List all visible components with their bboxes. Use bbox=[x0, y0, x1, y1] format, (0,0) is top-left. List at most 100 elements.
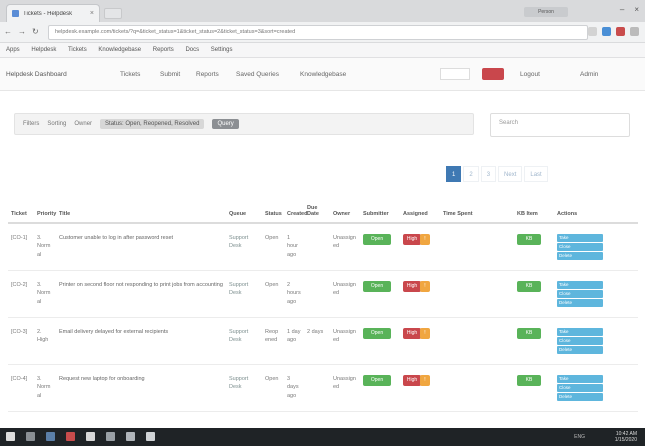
nav-item-saved-queries[interactable]: Saved Queries bbox=[236, 71, 279, 78]
column-header[interactable]: Actions bbox=[554, 203, 638, 224]
action-button-take[interactable]: Take bbox=[557, 234, 603, 242]
ticket-id[interactable]: [CO-4] bbox=[8, 364, 34, 412]
pagination: 1 2 3 Next Last bbox=[446, 166, 548, 182]
table-row[interactable]: [CO-2] 3. Normal Printer on second floor n… bbox=[8, 270, 638, 318]
ticket-title[interactable]: Request new laptop for onboarding bbox=[56, 364, 226, 412]
app-icon[interactable] bbox=[146, 432, 155, 441]
action-button-take[interactable]: Take bbox=[557, 328, 603, 336]
column-header[interactable]: Priority bbox=[34, 203, 56, 224]
minimize-icon[interactable]: – bbox=[620, 5, 624, 14]
start-icon[interactable] bbox=[6, 432, 15, 441]
address-bar: ← → ↻ helpdesk.example.com/tickets/?q=&t… bbox=[0, 22, 645, 43]
bookmark-item[interactable]: Docs bbox=[185, 47, 199, 53]
kb-badge[interactable]: KB bbox=[517, 281, 541, 292]
query-filter-chip[interactable]: Query bbox=[212, 119, 239, 129]
admin-link[interactable]: Admin bbox=[580, 71, 598, 78]
nav-item-submit[interactable]: Submit bbox=[160, 71, 180, 78]
browser-icon[interactable] bbox=[66, 432, 75, 441]
ticket-id[interactable]: [CO-2] bbox=[8, 270, 34, 318]
bookmark-item[interactable]: Knowledgebase bbox=[98, 47, 141, 53]
nav-item-tickets[interactable]: Tickets bbox=[120, 71, 140, 78]
column-header[interactable]: Ticket bbox=[8, 203, 34, 224]
profile-chip[interactable]: Person bbox=[524, 7, 568, 17]
kb-cell: KB bbox=[514, 223, 554, 271]
ticket-title[interactable]: Printer on second floor not responding t… bbox=[56, 270, 226, 318]
kb-badge[interactable]: KB bbox=[517, 328, 541, 339]
column-header[interactable]: Due Date bbox=[304, 203, 330, 224]
last-page-button[interactable]: Last bbox=[524, 166, 548, 182]
ticket-title[interactable]: Email delivery delayed for external reci… bbox=[56, 317, 226, 365]
reload-icon[interactable]: ↻ bbox=[32, 27, 39, 36]
column-header[interactable]: Owner bbox=[330, 203, 360, 224]
page-button[interactable]: 2 bbox=[463, 166, 479, 182]
column-header[interactable]: Created bbox=[284, 203, 307, 224]
bookmark-item[interactable]: Settings bbox=[211, 47, 233, 53]
table-row[interactable]: [CO-4] 3. Normal Request new laptop for on… bbox=[8, 364, 638, 412]
action-button-close[interactable]: Close bbox=[557, 337, 603, 345]
menu-icon[interactable] bbox=[630, 27, 639, 36]
action-button-delete[interactable]: Delete bbox=[557, 346, 603, 354]
column-header[interactable]: Submitter bbox=[360, 203, 400, 224]
action-button-close[interactable]: Close bbox=[557, 243, 603, 251]
new-tab-button[interactable] bbox=[104, 8, 122, 19]
bookmark-item[interactable]: Helpdesk bbox=[31, 47, 56, 53]
time-cell bbox=[440, 364, 514, 412]
ticket-title[interactable]: Customer unable to log in after password… bbox=[56, 223, 226, 271]
logout-link[interactable]: Logout bbox=[520, 71, 540, 78]
kb-badge[interactable]: KB bbox=[517, 234, 541, 245]
sort-label[interactable]: Sorting bbox=[47, 121, 66, 127]
explorer-icon[interactable] bbox=[86, 432, 95, 441]
extension-icon[interactable] bbox=[616, 27, 625, 36]
url-input[interactable]: helpdesk.example.com/tickets/?q=&ticket_… bbox=[48, 25, 588, 40]
browser-tab[interactable]: Tickets - Helpdesk × bbox=[6, 4, 100, 22]
action-button-take[interactable]: Take bbox=[557, 281, 603, 289]
page-button[interactable]: 1 bbox=[446, 166, 462, 182]
back-icon[interactable]: ← bbox=[4, 27, 12, 36]
app-icon[interactable] bbox=[106, 432, 115, 441]
ticket-id[interactable]: [CO-3] bbox=[8, 317, 34, 365]
star-icon[interactable] bbox=[588, 27, 597, 36]
bookmark-item[interactable]: Reports bbox=[153, 47, 174, 53]
bookmark-item[interactable]: Tickets bbox=[68, 47, 87, 53]
filter-label[interactable]: Filters bbox=[23, 121, 39, 127]
owner-label[interactable]: Owner bbox=[74, 121, 92, 127]
column-header[interactable]: Status bbox=[262, 203, 284, 224]
app-icon[interactable] bbox=[126, 432, 135, 441]
close-icon[interactable]: × bbox=[90, 10, 94, 17]
action-button-close[interactable]: Close bbox=[557, 384, 603, 392]
search-icon[interactable] bbox=[26, 432, 35, 441]
nav-item-knowledgebase[interactable]: Knowledgebase bbox=[300, 71, 346, 78]
column-header[interactable]: Title bbox=[56, 203, 226, 224]
page-button[interactable]: 3 bbox=[480, 166, 497, 182]
column-header[interactable]: KB Item bbox=[514, 203, 554, 224]
table-row[interactable]: [CO-3] 2. High Email delivery delayed for … bbox=[8, 317, 638, 365]
bookmark-item[interactable]: Apps bbox=[6, 47, 20, 53]
system-tray[interactable]: ENG bbox=[574, 434, 585, 440]
nav-item-reports[interactable]: Reports bbox=[196, 71, 219, 78]
kb-cell: KB bbox=[514, 270, 554, 318]
column-header[interactable]: Assigned bbox=[400, 203, 440, 224]
action-button-delete[interactable]: Delete bbox=[557, 299, 603, 307]
action-button-delete[interactable]: Delete bbox=[557, 393, 603, 401]
column-header[interactable]: Queue bbox=[226, 203, 262, 224]
table-row[interactable]: [CO-1] 3. Normal Customer unable to log in… bbox=[8, 223, 638, 271]
status-filter-chip[interactable]: Status: Open, Reopened, Resolved bbox=[100, 119, 205, 129]
forward-icon[interactable]: → bbox=[18, 27, 26, 36]
action-button-close[interactable]: Close bbox=[557, 290, 603, 298]
next-page-button[interactable]: Next bbox=[498, 166, 523, 182]
brand-link[interactable]: Helpdesk Dashboard bbox=[6, 71, 67, 78]
ticket-id[interactable]: [CO-1] bbox=[8, 223, 34, 271]
task-view-icon[interactable] bbox=[46, 432, 55, 441]
column-header[interactable]: Time Spent bbox=[440, 203, 514, 224]
nav-alert-button[interactable] bbox=[482, 68, 504, 80]
action-button-take[interactable]: Take bbox=[557, 375, 603, 383]
action-button-delete[interactable]: Delete bbox=[557, 252, 603, 260]
kb-badge[interactable]: KB bbox=[517, 375, 541, 386]
nav-search-input[interactable] bbox=[440, 68, 470, 80]
search-input[interactable]: Search bbox=[490, 113, 630, 137]
close-window-icon[interactable]: × bbox=[634, 5, 639, 14]
status-badge: Open bbox=[363, 281, 391, 292]
extension-icon[interactable] bbox=[602, 27, 611, 36]
time-cell bbox=[440, 317, 514, 365]
clock[interactable]: 10:42 AM 1/15/2020 bbox=[615, 431, 637, 443]
